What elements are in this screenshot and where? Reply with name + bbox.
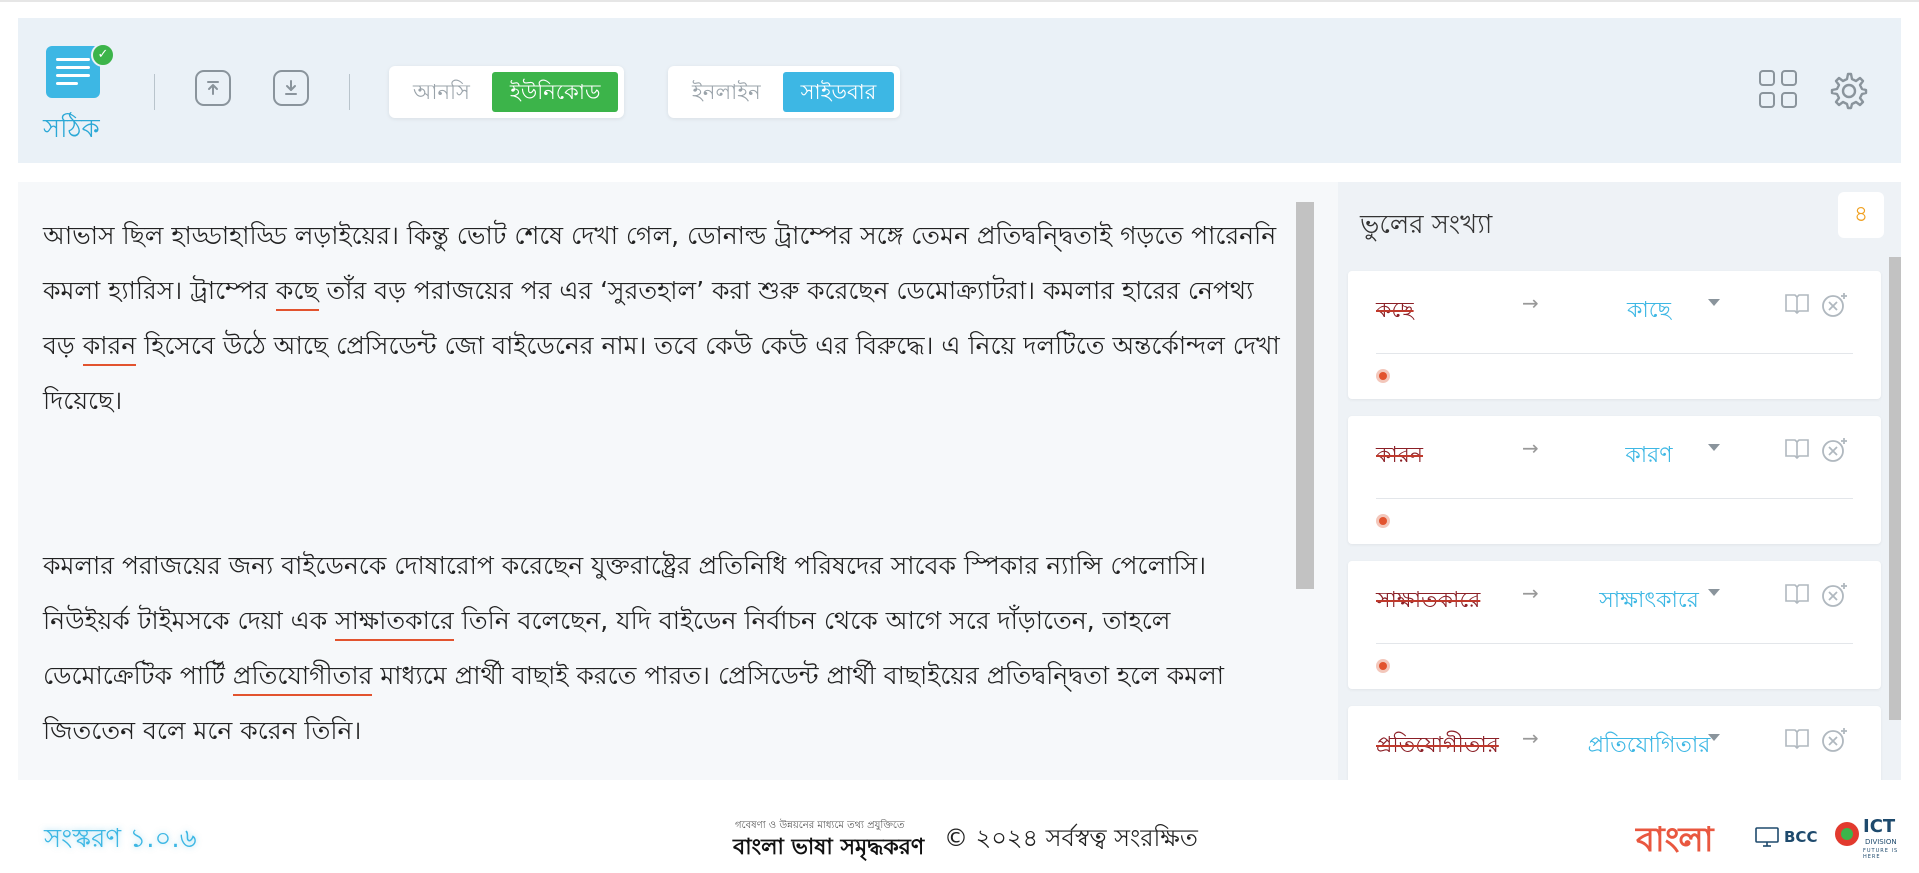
error-word[interactable]: কছে (275, 276, 319, 311)
bangla-logo[interactable]: বাংলা (1636, 814, 1714, 871)
monitor-icon (1755, 827, 1779, 847)
add-to-dictionary-icon[interactable] (1784, 291, 1810, 315)
ict-logo-text: ICT (1863, 816, 1896, 837)
arrow-right-icon: → (1522, 436, 1539, 460)
divider (1376, 643, 1853, 644)
government-seal-icon (1835, 822, 1859, 846)
error-word[interactable]: সাক্ষাতকারে (335, 606, 454, 641)
sidebar-scrollbar[interactable] (1889, 257, 1901, 720)
encoding-toggle: আনসি ইউনিকোড (389, 66, 625, 118)
funding-title: বাংলা ভাষা সমৃদ্ধকরণ (733, 835, 925, 860)
error-count-badge: ৪ (1838, 192, 1884, 238)
error-word[interactable]: প্রতিযোগীতার (232, 661, 373, 696)
error-word[interactable]: কারন (82, 331, 137, 366)
ignore-icon[interactable] (1820, 436, 1848, 464)
suggestion-card[interactable]: কছে → কাছে (1348, 271, 1881, 399)
wrong-word: সাক্ষাতকারে (1376, 588, 1481, 613)
suggestion-card[interactable]: কারন → কারণ (1348, 416, 1881, 544)
chevron-down-icon[interactable] (1708, 444, 1720, 451)
check-icon: ✓ (91, 43, 115, 67)
suggestion-card[interactable]: সাক্ষাতকারে → সাক্ষাৎকারে (1348, 561, 1881, 689)
wrong-word: প্রতিযোগীতার (1376, 733, 1499, 758)
error-marker (1376, 659, 1390, 673)
ict-division-logo[interactable]: ICT DIVISION FUTURE IS HERE (1835, 816, 1905, 860)
divider (349, 74, 350, 110)
ict-tagline: FUTURE IS HERE (1863, 848, 1899, 860)
chevron-down-icon[interactable] (1708, 734, 1720, 741)
text-run: হিসেবে উঠে আছে প্রেসিডেন্ট জো বাইডেনের ন… (43, 331, 1280, 415)
download-icon (285, 80, 297, 95)
view-toggle: ইনলাইন সাইডবার (668, 66, 901, 118)
divider (154, 74, 155, 110)
encoding-option-unicode[interactable]: ইউনিকোড (491, 72, 619, 112)
gear-icon[interactable] (1828, 70, 1868, 110)
wrong-word: কছে (1376, 298, 1414, 323)
editor-scrollbar[interactable] (1296, 202, 1314, 589)
top-border (0, 0, 1919, 2)
paragraph: আভাস ছিল হাড্ডাহাড্ডি লড়াইয়ের। কিন্তু … (43, 208, 1283, 428)
paragraph: কমলার পরাজয়ের জন্য বাইডেনকে দোষারোপ করে… (43, 538, 1283, 758)
upload-icon (207, 81, 219, 95)
add-to-dictionary-icon[interactable] (1784, 726, 1810, 750)
divider (1376, 498, 1853, 499)
view-option-inline[interactable]: ইনলাইন (674, 72, 779, 112)
version-label: সংস্করণ ১.০.৬ (44, 824, 197, 854)
suggestion-card[interactable]: প্রতিযোগীতার → প্রতিযোগিতার (1348, 706, 1881, 780)
copyright-text: © ২০২৪ সর্বস্বত্ব সংরক্ষিত (944, 824, 1198, 852)
app-name: সঠিক (43, 114, 100, 144)
bcc-logo-text: BCC (1784, 828, 1818, 846)
arrow-right-icon: → (1522, 291, 1539, 315)
download-button[interactable] (273, 70, 309, 106)
divider (1376, 353, 1853, 354)
add-to-dictionary-icon[interactable] (1784, 581, 1810, 605)
app-logo[interactable]: ✓ সঠিক (43, 43, 126, 156)
chevron-down-icon[interactable] (1708, 299, 1720, 306)
error-marker (1376, 514, 1390, 528)
error-marker (1376, 369, 1390, 383)
wrong-word: কারন (1376, 443, 1424, 468)
suggestions-sidebar: ভুলের সংখ্যা ৪ কছে → কাছে কারন → কারণ সা… (1338, 182, 1901, 780)
arrow-right-icon: → (1522, 726, 1539, 750)
view-option-sidebar[interactable]: সাইডবার (782, 72, 895, 112)
editor-content[interactable]: আভাস ছিল হাড্ডাহাড্ডি লড়াইয়ের। কিন্তু … (43, 208, 1283, 758)
ict-division-text: DIVISION (1865, 838, 1897, 846)
ignore-icon[interactable] (1820, 291, 1848, 319)
toolbar: ✓ সঠিক আনসি ইউনিকোড ইনলাইন সাইডবার (18, 18, 1901, 163)
grid-icon[interactable] (1759, 70, 1799, 110)
add-to-dictionary-icon[interactable] (1784, 436, 1810, 460)
chevron-down-icon[interactable] (1708, 589, 1720, 596)
text-editor[interactable]: আভাস ছিল হাড্ডাহাড্ডি লড়াইয়ের। কিন্তু … (18, 182, 1340, 780)
ignore-icon[interactable] (1820, 726, 1848, 754)
encoding-option-ansi[interactable]: আনসি (395, 72, 488, 112)
upload-button[interactable] (195, 70, 231, 106)
arrow-right-icon: → (1522, 581, 1539, 605)
ignore-icon[interactable] (1820, 581, 1848, 609)
error-count-label: ভুলের সংখ্যা (1360, 210, 1493, 240)
bcc-logo[interactable]: BCC (1754, 820, 1817, 854)
